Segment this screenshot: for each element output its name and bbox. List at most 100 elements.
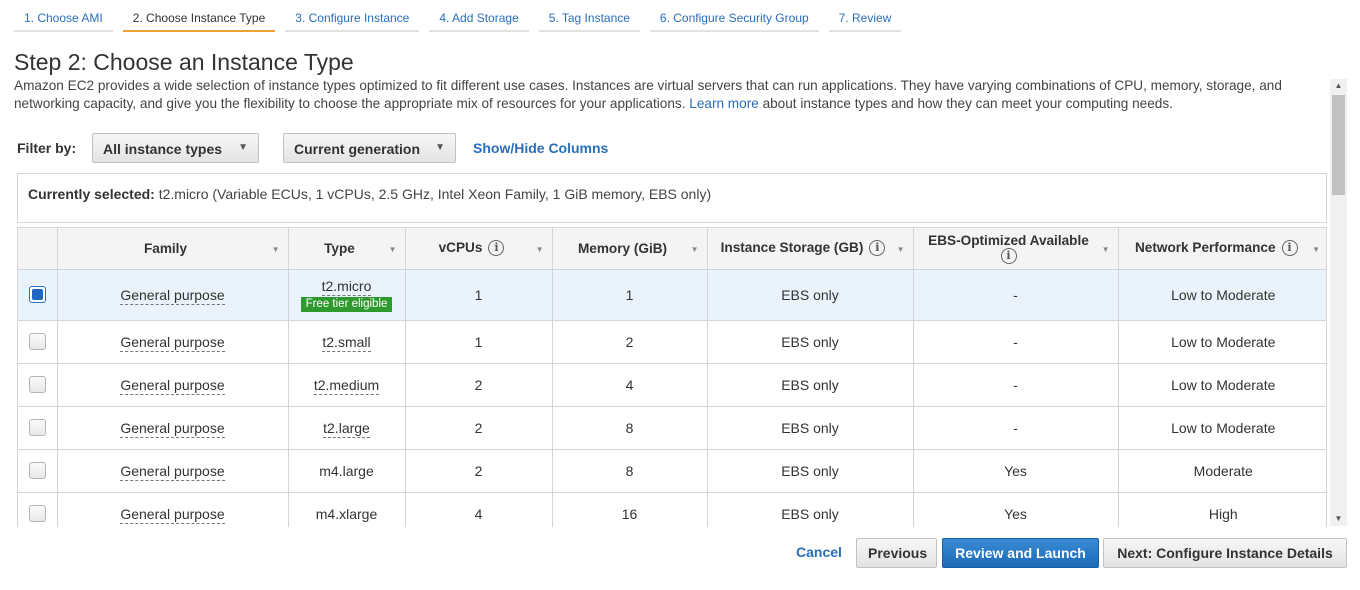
family-value[interactable]: General purpose — [120, 376, 225, 395]
family-cell: General purpose — [57, 449, 289, 493]
type-cell: t2.large — [288, 406, 406, 450]
type-cell: t2.medium — [288, 363, 406, 407]
previous-button[interactable]: Previous — [856, 538, 937, 568]
info-icon[interactable]: i — [1281, 240, 1298, 257]
family-cell: General purpose — [57, 406, 289, 450]
free-tier-badge: Free tier eligible — [300, 296, 393, 312]
row-select-cell — [18, 363, 58, 407]
column-header-label: Family — [143, 240, 188, 256]
column-header-label: Type — [324, 240, 355, 256]
family-value[interactable]: General purpose — [120, 462, 225, 481]
row-radio[interactable] — [28, 376, 46, 394]
network-cell: High — [1118, 492, 1326, 527]
column-header-vcpus[interactable]: vCPUs i ▼ — [405, 228, 553, 270]
currently-selected-panel: Currently selected: t2.micro (Variable E… — [17, 173, 1327, 223]
scroll-down-arrow-icon[interactable]: ▼ — [1330, 512, 1347, 526]
tab-choose-ami[interactable]: 1. Choose AMI — [14, 0, 113, 32]
tab-configure-security-group[interactable]: 6. Configure Security Group — [649, 0, 819, 32]
wizard-steps: 1. Choose AMI 2. Choose Instance Type 3.… — [14, 0, 911, 34]
column-header-type[interactable]: Type ▼ — [288, 228, 406, 270]
tab-configure-instance[interactable]: 3. Configure Instance — [285, 0, 420, 32]
column-header-network[interactable]: Network Performance i ▼ — [1118, 228, 1326, 270]
sort-icon[interactable]: ▼ — [691, 245, 699, 254]
sort-icon[interactable]: ▼ — [1102, 245, 1110, 254]
cancel-button[interactable]: Cancel — [782, 538, 856, 568]
page-description: Amazon EC2 provides a wide selection of … — [14, 77, 1326, 113]
show-hide-columns-link[interactable]: Show/Hide Columns — [473, 140, 608, 156]
select-column-header — [18, 228, 58, 270]
next-configure-instance-details-button[interactable]: Next: Configure Instance Details — [1103, 538, 1347, 568]
table-row[interactable]: General purpose m4.xlarge 4 16 EBS only … — [18, 492, 1326, 527]
network-cell: Low to Moderate — [1118, 320, 1326, 364]
scrollbar-thumb[interactable] — [1332, 95, 1345, 195]
network-cell: Moderate — [1118, 449, 1326, 493]
type-value[interactable]: t2.large — [323, 419, 370, 438]
row-radio[interactable] — [28, 419, 46, 437]
row-select-cell — [18, 406, 58, 450]
row-select-cell — [18, 492, 58, 527]
tab-choose-instance-type[interactable]: 2. Choose Instance Type — [122, 0, 276, 32]
sort-icon[interactable]: ▼ — [897, 245, 905, 254]
vcpus-cell: 2 — [405, 449, 553, 493]
table-row[interactable]: General purpose t2.large 2 8 EBS only - … — [18, 406, 1326, 450]
row-radio[interactable] — [28, 462, 46, 480]
storage-cell: EBS only — [707, 406, 914, 450]
table-row[interactable]: General purpose t2.micro Free tier eligib… — [18, 269, 1326, 321]
scroll-up-arrow-icon[interactable]: ▲ — [1330, 79, 1347, 93]
vertical-scrollbar[interactable]: ▲ ▼ — [1330, 79, 1347, 526]
column-header-memory[interactable]: Memory (GiB) ▼ — [552, 228, 708, 270]
row-select-cell — [18, 449, 58, 493]
sort-icon[interactable]: ▼ — [1312, 245, 1320, 254]
generation-filter-select[interactable]: Current generation ▼ — [283, 133, 456, 163]
column-header-label: Memory (GiB) — [577, 240, 668, 256]
review-and-launch-button[interactable]: Review and Launch — [942, 538, 1099, 568]
info-icon[interactable]: i — [1000, 247, 1017, 264]
column-header-ebs-optimized[interactable]: EBS-Optimized Available i ▼ — [913, 228, 1119, 270]
family-value[interactable]: General purpose — [120, 505, 225, 524]
column-header-storage[interactable]: Instance Storage (GB) i ▼ — [707, 228, 914, 270]
family-cell: General purpose — [57, 363, 289, 407]
ebs-cell: Yes — [913, 492, 1119, 527]
generation-filter-value: Current generation — [294, 141, 421, 157]
learn-more-link[interactable]: Learn more — [689, 96, 759, 111]
info-icon[interactable]: i — [488, 240, 505, 257]
instance-type-filter-select[interactable]: All instance types ▼ — [92, 133, 259, 163]
type-value[interactable]: t2.small — [322, 333, 371, 352]
row-radio-selected[interactable] — [28, 286, 46, 304]
memory-cell: 1 — [552, 269, 708, 321]
family-cell: General purpose — [57, 269, 289, 321]
type-value[interactable]: t2.micro — [321, 277, 372, 296]
column-header-family[interactable]: Family ▼ — [57, 228, 289, 270]
sort-icon[interactable]: ▼ — [272, 245, 280, 254]
row-select-cell — [18, 320, 58, 364]
vcpus-cell: 4 — [405, 492, 553, 527]
info-icon[interactable]: i — [869, 240, 886, 257]
column-header-label: vCPUs — [438, 240, 483, 256]
tab-tag-instance[interactable]: 5. Tag Instance — [538, 0, 640, 32]
table-row[interactable]: General purpose t2.small 1 2 EBS only - … — [18, 320, 1326, 364]
sort-icon[interactable]: ▼ — [389, 245, 397, 254]
network-cell: Low to Moderate — [1118, 406, 1326, 450]
memory-cell: 4 — [552, 363, 708, 407]
table-row[interactable]: General purpose m4.large 2 8 EBS only Ye… — [18, 449, 1326, 493]
storage-cell: EBS only — [707, 363, 914, 407]
tab-add-storage[interactable]: 4. Add Storage — [429, 0, 529, 32]
row-radio[interactable] — [28, 505, 46, 523]
description-text-after: about instance types and how they can me… — [762, 96, 1173, 111]
family-value[interactable]: General purpose — [120, 286, 225, 305]
ebs-cell: Yes — [913, 449, 1119, 493]
family-value[interactable]: General purpose — [120, 419, 225, 438]
tab-review[interactable]: 7. Review — [828, 0, 902, 32]
type-cell: t2.micro Free tier eligible — [288, 269, 406, 321]
table-row[interactable]: General purpose t2.medium 2 4 EBS only -… — [18, 363, 1326, 407]
sort-icon[interactable]: ▼ — [536, 245, 544, 254]
type-value[interactable]: t2.medium — [313, 376, 380, 395]
chevron-down-icon: ▼ — [238, 142, 248, 153]
currently-selected-value: t2.micro (Variable ECUs, 1 vCPUs, 2.5 GH… — [158, 186, 712, 202]
family-cell: General purpose — [57, 320, 289, 364]
storage-cell: EBS only — [707, 320, 914, 364]
family-value[interactable]: General purpose — [120, 333, 225, 352]
column-header-label: EBS-Optimized Available — [928, 232, 1089, 248]
page-title: Step 2: Choose an Instance Type — [14, 49, 354, 75]
row-radio[interactable] — [28, 333, 46, 351]
